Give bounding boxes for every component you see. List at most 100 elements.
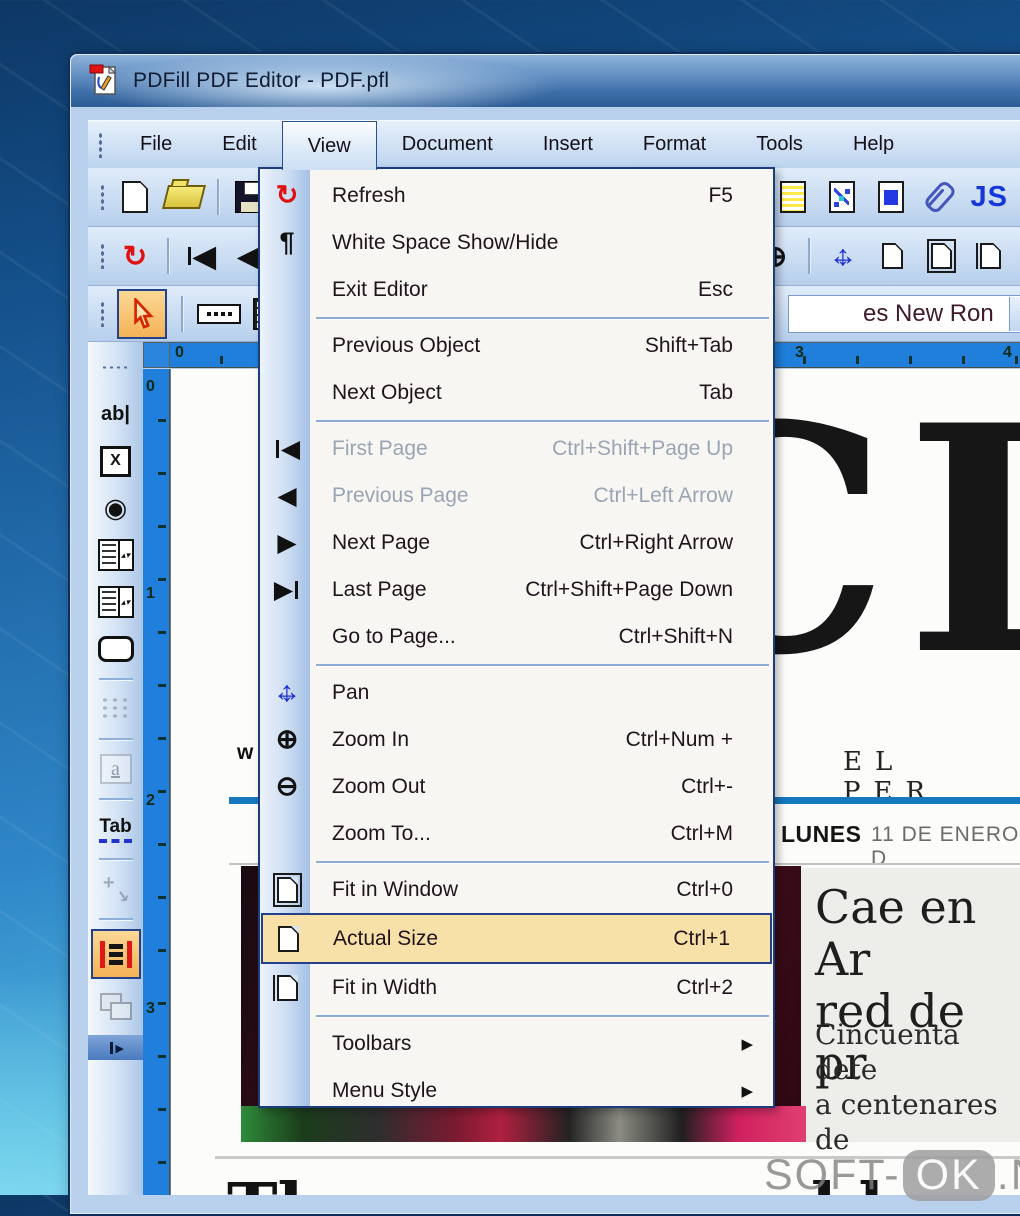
menu-item-toolbars[interactable]: Toolbars ▶ bbox=[260, 1020, 773, 1067]
menu-item-label: Fit in Width bbox=[332, 975, 438, 999]
zoom-in-icon: ⊕ bbox=[275, 724, 299, 754]
text-comment-button[interactable] bbox=[775, 175, 811, 219]
combobox-tool-button[interactable]: ▴▾ bbox=[97, 535, 134, 575]
menu-item-first-page[interactable]: ◀ First Page Ctrl+Shift+Page Up bbox=[260, 425, 773, 472]
font-name-select[interactable]: es New Ron ▼ bbox=[788, 295, 1020, 333]
grip-dots-button[interactable] bbox=[100, 347, 131, 387]
menu-item-zoom-in[interactable]: ⊕ Zoom In Ctrl+Num + bbox=[260, 716, 773, 763]
grid-dots-button[interactable] bbox=[99, 689, 132, 729]
menu-insert[interactable]: Insert bbox=[518, 121, 618, 168]
toolbar-grip-icon[interactable] bbox=[100, 300, 105, 327]
checkbox-tool-button[interactable]: X bbox=[100, 441, 131, 481]
previous-page-icon: ◀ bbox=[277, 481, 297, 510]
path-document-button[interactable] bbox=[824, 175, 860, 219]
first-page-button[interactable]: ◀ bbox=[183, 234, 219, 278]
watermark-text: SOFT- bbox=[764, 1151, 901, 1199]
toolbar-grip-icon[interactable] bbox=[100, 184, 105, 210]
menu-item-shortcut: Tab bbox=[699, 380, 733, 404]
font-dropdown-button[interactable]: ▼ bbox=[1009, 297, 1020, 331]
menu-item-zoom-to[interactable]: Zoom To... Ctrl+M bbox=[260, 810, 773, 857]
menu-item-actual-size[interactable]: Actual Size Ctrl+1 bbox=[261, 913, 772, 964]
overflow-arrow-button[interactable]: ▸ bbox=[88, 1035, 143, 1060]
open-button[interactable] bbox=[162, 175, 206, 219]
menu-view[interactable]: View bbox=[281, 121, 377, 170]
menu-file[interactable]: File bbox=[115, 121, 197, 168]
select-tool-icon bbox=[129, 297, 155, 330]
menu-item-go-to-page[interactable]: Go to Page... Ctrl+Shift+N bbox=[260, 613, 773, 660]
text-fragment: w bbox=[237, 741, 254, 764]
menu-item-fit-in-width[interactable]: Fit in Width Ctrl+2 bbox=[260, 964, 773, 1011]
submenu-arrow-icon: ▶ bbox=[741, 1035, 753, 1053]
tab-tool-button[interactable]: Tab bbox=[99, 809, 132, 849]
menu-item-menu-style[interactable]: Menu Style ▶ bbox=[260, 1067, 773, 1114]
text-field-button[interactable] bbox=[197, 292, 241, 336]
page-button[interactable] bbox=[874, 234, 910, 278]
fit-width-icon bbox=[272, 974, 298, 1001]
toolbar-grip-icon[interactable] bbox=[100, 243, 105, 269]
view-menu: ↻ Refresh F5 ¶ White Space Show/Hide Exit Edi… bbox=[258, 167, 775, 1108]
menu-item-shortcut: Ctrl+Left Arrow bbox=[593, 483, 733, 507]
menu-item-label: Fit in Window bbox=[332, 877, 459, 901]
form-fields-tool-button[interactable] bbox=[90, 929, 141, 979]
menu-item-previous-page[interactable]: ◀ Previous Page Ctrl+Left Arrow bbox=[260, 472, 773, 519]
button-tool-button[interactable] bbox=[97, 629, 134, 669]
menu-item-next-object[interactable]: Next Object Tab bbox=[260, 369, 773, 416]
watermark-text: .NET bbox=[996, 1151, 1020, 1199]
menu-item-white-space-show-hide[interactable]: ¶ White Space Show/Hide bbox=[260, 219, 773, 266]
fit-page-button[interactable] bbox=[923, 234, 959, 278]
copy-tool-button[interactable] bbox=[99, 986, 132, 1026]
menu-edit[interactable]: Edit bbox=[197, 121, 281, 168]
menu-item-label: Next Object bbox=[332, 380, 442, 404]
menu-tools[interactable]: Tools bbox=[731, 121, 828, 168]
menu-format[interactable]: Format bbox=[618, 121, 731, 168]
radio-tool-icon: ◉ bbox=[103, 492, 128, 523]
radio-tool-button[interactable]: ◉ bbox=[104, 488, 128, 528]
titlebar[interactable]: PDFill PDF Editor - PDF.pfl bbox=[71, 55, 1020, 107]
date-day: LUNES bbox=[781, 821, 862, 847]
menu-separator bbox=[260, 1011, 773, 1020]
select-tool-button[interactable] bbox=[117, 288, 167, 339]
ruler-number: 3 bbox=[146, 1000, 155, 1017]
text-field-tool-button[interactable]: ab| bbox=[101, 394, 130, 434]
menu-item-last-page[interactable]: ▶ Last Page Ctrl+Shift+Page Down bbox=[260, 566, 773, 613]
listbox-tool-button[interactable]: ▴▾ bbox=[97, 582, 134, 622]
menu-item-shortcut: Ctrl+Num + bbox=[625, 727, 733, 751]
text-box-tool-button[interactable]: a bbox=[99, 749, 132, 789]
ruler-number: 3 bbox=[795, 344, 804, 361]
js-button[interactable]: JS bbox=[971, 175, 1008, 219]
ruler-corner bbox=[143, 342, 170, 368]
menu-item-next-page[interactable]: ▶ Next Page Ctrl+Right Arrow bbox=[260, 519, 773, 566]
menu-document[interactable]: Document bbox=[377, 121, 518, 168]
attachment-button[interactable] bbox=[922, 175, 958, 219]
refresh-button[interactable]: ↻ bbox=[117, 234, 153, 278]
checkbox-tool-icon: X bbox=[100, 445, 131, 477]
first-page-icon: ◀ bbox=[274, 434, 300, 464]
fit-width-button[interactable] bbox=[972, 234, 1008, 278]
menu-item-label: Pan bbox=[332, 680, 370, 704]
pan-button[interactable]: ↔ ↕ bbox=[825, 234, 861, 278]
image-document-button[interactable] bbox=[873, 175, 909, 219]
toolbar-grip-icon[interactable] bbox=[98, 131, 103, 158]
menu-item-refresh[interactable]: ↻ Refresh F5 bbox=[260, 172, 773, 219]
menu-item-icon-slot: ◀ bbox=[262, 481, 312, 511]
add-arrow-tool-button[interactable]: + ↘ bbox=[101, 869, 131, 909]
fit-window-icon bbox=[272, 872, 302, 907]
toolbar-separator bbox=[217, 179, 219, 215]
menu-item-pan[interactable]: ↔ ↕ Pan bbox=[260, 669, 773, 716]
pilcrow-icon: ¶ bbox=[279, 227, 295, 257]
menu-item-previous-object[interactable]: Previous Object Shift+Tab bbox=[260, 322, 773, 369]
pan-icon: ↔ ↕ bbox=[828, 239, 858, 272]
menu-item-fit-in-window[interactable]: Fit in Window Ctrl+0 bbox=[260, 866, 773, 913]
new-document-button[interactable] bbox=[117, 175, 153, 219]
vertical-ruler: 0 1 2 3 bbox=[143, 369, 170, 1195]
ruler-number: 4 bbox=[1003, 344, 1012, 361]
menu-help[interactable]: Help bbox=[828, 121, 919, 168]
menu-item-icon-slot: ¶ bbox=[262, 227, 312, 258]
grip-dots-icon bbox=[100, 364, 131, 370]
menu-item-shortcut: F5 bbox=[708, 183, 733, 207]
menu-item-exit-editor[interactable]: Exit Editor Esc bbox=[260, 266, 773, 313]
grid-dots-icon bbox=[99, 696, 132, 722]
menu-item-icon-slot: ↔ ↕ bbox=[262, 676, 312, 710]
side-toolbar-separator bbox=[98, 858, 133, 860]
menu-item-zoom-out[interactable]: ⊖ Zoom Out Ctrl+- bbox=[260, 763, 773, 810]
